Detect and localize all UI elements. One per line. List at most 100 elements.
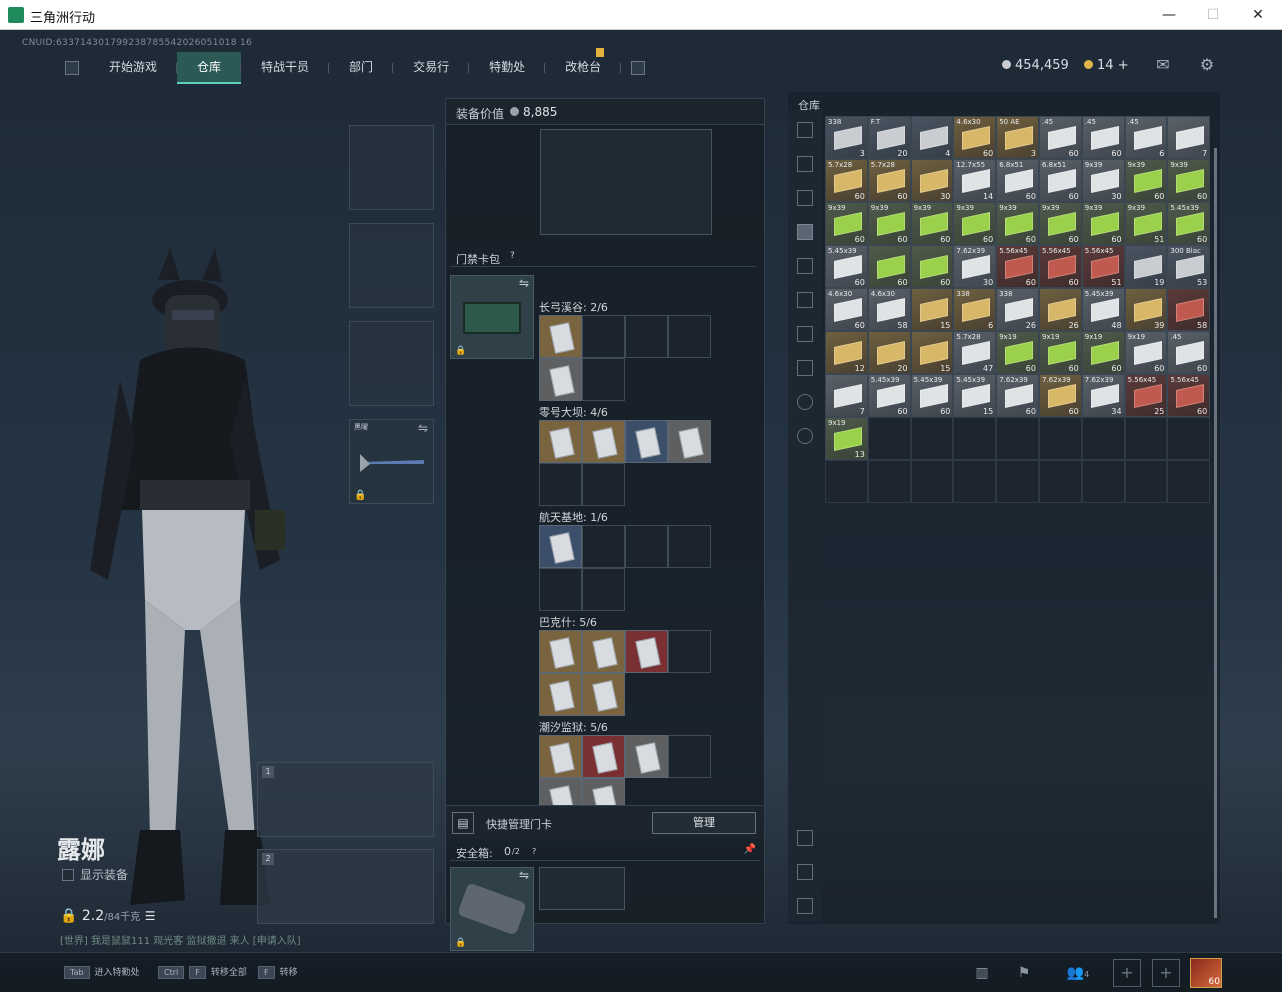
minimize-button[interactable]: — xyxy=(1154,4,1184,26)
empty-cell[interactable] xyxy=(910,417,954,460)
ammo-item[interactable]: 9x39 30 xyxy=(1081,159,1125,202)
armor-slot[interactable] xyxy=(349,223,434,308)
empty-cell[interactable] xyxy=(867,460,911,503)
warehouse-scrollbar[interactable] xyxy=(1214,148,1217,918)
ammo-item[interactable]: 7.62x39 30 xyxy=(953,245,997,288)
category-icon[interactable] xyxy=(797,258,813,274)
ammo-item[interactable]: 4.6x30 58 xyxy=(867,288,911,331)
swap-icon[interactable]: ⇋ xyxy=(519,868,529,882)
show-equipment-toggle[interactable]: 显示装备 xyxy=(62,866,128,883)
gear-icon[interactable] xyxy=(797,428,813,444)
keycard-item[interactable] xyxy=(539,735,582,778)
keycard-item[interactable] xyxy=(668,420,711,463)
gear-icon[interactable]: ⚙ xyxy=(1197,56,1217,74)
ammo-item[interactable]: 9x39 51 xyxy=(1124,202,1168,245)
ammo-item[interactable]: 9x39 60 xyxy=(1038,202,1082,245)
ammo-item[interactable]: 60 xyxy=(910,245,954,288)
ammo-item[interactable]: 9x39 60 xyxy=(1167,159,1211,202)
flag-icon[interactable]: ⚑ xyxy=(1012,961,1036,985)
ammo-item[interactable]: 15 xyxy=(910,331,954,374)
ammo-category-icon[interactable] xyxy=(797,224,813,240)
keycard-item[interactable] xyxy=(625,735,668,778)
ammo-item[interactable]: 5.56x45 51 xyxy=(1081,245,1125,288)
empty-cell[interactable] xyxy=(825,460,868,503)
add-teammate-button[interactable]: + xyxy=(1113,959,1141,987)
empty-cell[interactable] xyxy=(1038,460,1082,503)
keycard-item[interactable] xyxy=(539,358,582,401)
tab-operators[interactable]: 特战干员 xyxy=(241,52,330,84)
category-icon[interactable] xyxy=(797,190,813,206)
ammo-item[interactable]: 19 xyxy=(1124,245,1168,288)
swap-icon[interactable]: ⇋ xyxy=(418,421,428,435)
ammo-item[interactable]: 9x39 60 xyxy=(1081,202,1125,245)
sort-icon[interactable] xyxy=(797,830,813,846)
ammo-item[interactable]: 58 xyxy=(1167,288,1211,331)
category-icon[interactable] xyxy=(797,326,813,342)
helmet-slot[interactable] xyxy=(349,125,434,210)
ammo-item[interactable]: .45 60 xyxy=(1081,116,1125,159)
keycard-item[interactable] xyxy=(582,673,625,716)
empty-cell[interactable] xyxy=(1038,417,1082,460)
tab-special-ops[interactable]: 特勤处 xyxy=(469,52,546,84)
ammo-item[interactable]: 5.45x39 60 xyxy=(825,245,868,288)
ammo-item[interactable]: 338 6 xyxy=(953,288,997,331)
ammo-item[interactable]: 9x19 60 xyxy=(1124,331,1168,374)
keycard-empty-cell[interactable] xyxy=(668,525,711,568)
category-icon[interactable] xyxy=(797,292,813,308)
ammo-item[interactable]: 15 xyxy=(910,288,954,331)
ammo-item[interactable]: 39 xyxy=(1124,288,1168,331)
safe-box-slot[interactable]: ⇋ 🔒 xyxy=(450,867,534,951)
manage-button[interactable]: 管理 xyxy=(652,812,756,834)
ammo-item[interactable]: 9x39 60 xyxy=(996,202,1039,245)
ammo-item[interactable]: 7.62x39 60 xyxy=(1038,374,1082,417)
pistol-slot[interactable] xyxy=(349,321,434,406)
helmet-category-icon[interactable] xyxy=(797,122,813,138)
keycard-empty-cell[interactable] xyxy=(668,735,711,778)
ammo-item[interactable]: 4.6x30 60 xyxy=(825,288,868,331)
safe-box-grid[interactable] xyxy=(539,867,625,910)
empty-cell[interactable] xyxy=(996,417,1039,460)
category-icon[interactable] xyxy=(797,156,813,172)
melee-slot[interactable]: 黑曜 ⇋ 🔒 xyxy=(349,419,434,504)
backpack-grid[interactable] xyxy=(540,129,712,235)
stats-icon[interactable]: ▥ xyxy=(970,961,994,985)
empty-cell[interactable] xyxy=(1167,460,1211,503)
layers-icon[interactable] xyxy=(797,864,813,880)
ammo-item[interactable]: 6.8x51 60 xyxy=(996,159,1039,202)
ammo-item[interactable]: F.T 20 xyxy=(867,116,911,159)
keycard-empty-cell[interactable] xyxy=(668,630,711,673)
ammo-item[interactable]: 9x39 60 xyxy=(953,202,997,245)
ammo-item[interactable]: 4.6x30 60 xyxy=(953,116,997,159)
add-teammate-button[interactable]: + xyxy=(1152,959,1180,987)
ammo-item[interactable]: 9x19 60 xyxy=(1038,331,1082,374)
avatar[interactable]: 60 xyxy=(1190,958,1222,988)
ammo-item[interactable]: 9x19 60 xyxy=(1081,331,1125,374)
ammo-item[interactable]: 5.56x45 60 xyxy=(1167,374,1211,417)
tab-department[interactable]: 部门 xyxy=(329,52,394,84)
keycard-empty-cell[interactable] xyxy=(539,568,582,611)
keycard-item[interactable] xyxy=(582,630,625,673)
ammo-item[interactable]: 4 xyxy=(910,116,954,159)
maximize-button[interactable]: ☐ xyxy=(1198,4,1228,26)
ammo-item[interactable]: 7.62x39 60 xyxy=(996,374,1039,417)
ammo-item[interactable]: 60 xyxy=(867,245,911,288)
empty-cell[interactable] xyxy=(953,460,997,503)
checkbox-icon[interactable] xyxy=(62,869,74,881)
empty-cell[interactable] xyxy=(953,417,997,460)
ammo-item[interactable]: 9x39 60 xyxy=(1124,159,1168,202)
ammo-item[interactable]: 9x39 60 xyxy=(825,202,868,245)
keycard-empty-cell[interactable] xyxy=(582,568,625,611)
keycard-empty-cell[interactable] xyxy=(539,463,582,506)
ammo-item[interactable]: 9x19 13 xyxy=(825,417,868,460)
tab-trade[interactable]: 交易行 xyxy=(393,52,470,84)
secondary-weapon-slot[interactable]: 2 xyxy=(257,849,434,924)
empty-cell[interactable] xyxy=(1167,417,1211,460)
ammo-item[interactable]: 9x39 60 xyxy=(867,202,911,245)
ammo-item[interactable]: 50 AE 3 xyxy=(996,116,1039,159)
keycard-empty-cell[interactable] xyxy=(582,315,625,358)
close-button[interactable]: ✕ xyxy=(1243,4,1273,26)
friends-icon[interactable]: 👥4 xyxy=(1060,961,1096,985)
keycard-item[interactable] xyxy=(582,735,625,778)
ammo-item[interactable]: 5.45x39 60 xyxy=(867,374,911,417)
ammo-item[interactable]: 5.7x28 47 xyxy=(953,331,997,374)
